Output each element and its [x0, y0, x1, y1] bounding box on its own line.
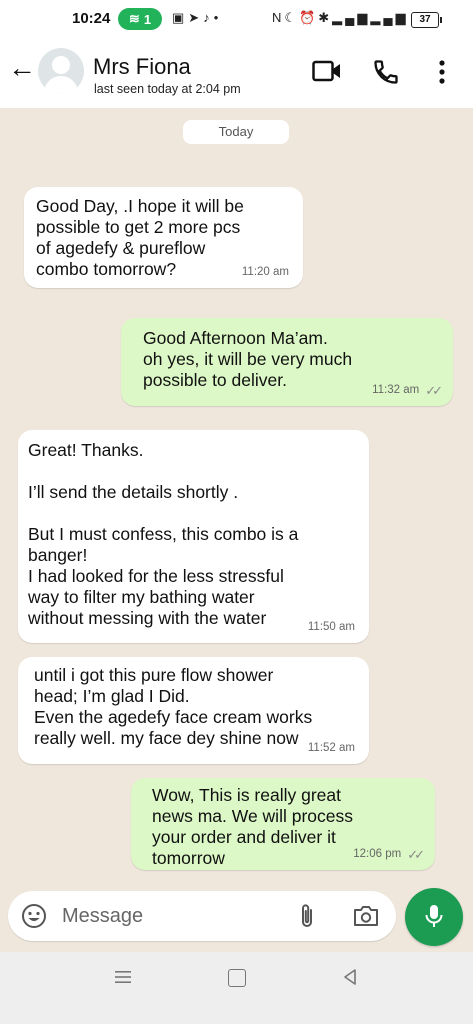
double-check-icon: ✓✓ [425, 383, 443, 398]
moon-icon: ☾ [284, 10, 300, 25]
nfc-icon: N [272, 10, 285, 25]
message-text: Great! Thanks. I’ll send the details sho… [28, 440, 299, 628]
message-bubble-outgoing[interactable]: Good Afternoon Ma’am. oh yes, it will be… [121, 318, 453, 406]
signal-icon: ▂▄▆ [332, 10, 371, 25]
message-field[interactable]: Message [8, 891, 396, 941]
message-time: 11:32 am [372, 384, 420, 396]
message-time: 12:06 pm [353, 848, 402, 860]
message-meta: 11:52 am [308, 738, 355, 759]
message-text: until i got this pure flow shower head; … [34, 665, 313, 748]
emoji-icon[interactable] [21, 903, 47, 929]
signal-4g-icon: ▂▄▆ [370, 10, 409, 25]
message-bubble-incoming[interactable]: Great! Thanks. I’ll send the details sho… [18, 430, 369, 643]
alarm-icon: ⏰ [299, 10, 319, 25]
chat-area[interactable]: Today Good Day, .I hope it will be possi… [0, 108, 473, 888]
video-call-icon[interactable] [312, 60, 342, 82]
message-time: 11:52 am [307, 742, 355, 754]
telegram-icon: ➤ [188, 10, 204, 25]
notification-icons: ▣➤♪• [172, 10, 222, 26]
status-bar: 10:24 ≋ 1 ▣➤♪• N☾⏰✱▂▄▆▂▄▆ 37 [0, 0, 473, 40]
last-seen-status: last seen today at 2:04 pm [94, 82, 241, 96]
bluetooth-icon: ✱ [318, 10, 333, 25]
message-time: 11:20 am [241, 266, 289, 278]
message-bubble-incoming[interactable]: until i got this pure flow shower head; … [18, 657, 369, 764]
hotspot-count: 1 [143, 11, 152, 27]
double-check-icon: ✓✓ [407, 847, 425, 862]
message-meta: 11:20 am [242, 262, 289, 283]
message-bubble-outgoing[interactable]: Wow, This is really great news ma. We wi… [131, 778, 435, 870]
date-separator: Today [183, 120, 289, 144]
battery-icon: 37 [411, 12, 442, 28]
wifi-hotspot-icon: ≋ [128, 11, 140, 26]
chat-header: ← Mrs Fiona last seen today at 2:04 pm [0, 40, 473, 109]
message-input[interactable]: Message [62, 905, 143, 928]
tiktok-icon: ♪ [203, 10, 214, 25]
voice-message-button[interactable] [405, 888, 463, 946]
message-meta: 11:32 am ✓✓ [372, 380, 443, 401]
home-icon[interactable] [228, 969, 246, 987]
avatar[interactable] [38, 48, 84, 94]
message-bubble-incoming[interactable]: Good Day, .I hope it will be possible to… [24, 187, 303, 288]
back-icon[interactable] [342, 968, 358, 986]
system-status-icons: N☾⏰✱▂▄▆▂▄▆ [272, 10, 409, 26]
message-composer: Message [0, 888, 473, 946]
message-time: 11:50 am [307, 621, 355, 633]
message-meta: 12:06 pm ✓✓ [353, 844, 425, 865]
recent-apps-icon[interactable] [114, 969, 132, 985]
back-arrow-icon[interactable]: ← [8, 54, 36, 82]
voice-call-icon[interactable] [372, 58, 400, 86]
app-notification-icon: ▣ [172, 10, 189, 25]
dot-icon: • [213, 10, 223, 25]
more-options-icon[interactable] [438, 58, 446, 86]
attachment-icon[interactable] [296, 903, 318, 931]
contact-name[interactable]: Mrs Fiona [93, 54, 191, 80]
microphone-icon [425, 905, 443, 927]
hotspot-indicator: ≋ 1 [118, 8, 162, 30]
system-navigation-bar [0, 952, 473, 1024]
camera-icon[interactable] [352, 904, 380, 928]
message-meta: 11:50 am [308, 617, 355, 638]
status-time: 10:24 [72, 10, 111, 27]
